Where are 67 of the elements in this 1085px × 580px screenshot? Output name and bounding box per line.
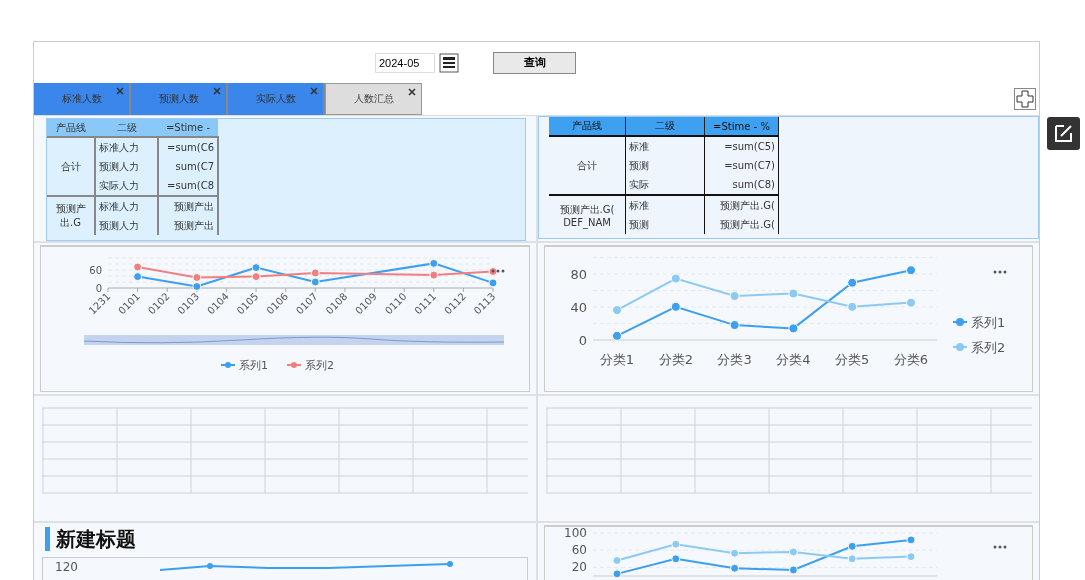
table-cell: 预测人力	[95, 157, 158, 176]
table-cell: 标准	[625, 136, 705, 156]
more-icon	[993, 545, 1007, 549]
axis-tick-label: 分类3	[717, 352, 752, 367]
table-cell: 标准人力	[95, 137, 158, 157]
legend-label: 系列1	[971, 315, 1006, 330]
zoom-slider[interactable]	[83, 335, 505, 345]
legend-label: 系列1	[239, 359, 268, 372]
axis-tick-label: 60	[571, 543, 587, 558]
column-header: 产品线	[47, 119, 95, 137]
calendar-icon[interactable]	[439, 52, 459, 73]
axis-tick-label: 120	[55, 560, 78, 574]
legend-item: 系列2	[952, 340, 1006, 355]
tab[interactable]: 标准人数	[34, 83, 131, 115]
table-cell: 预测	[625, 215, 705, 234]
table-cell: =sum(C5)	[704, 136, 779, 156]
axis-tick-label: 40	[570, 299, 587, 315]
axis-tick-label: 100	[564, 527, 587, 540]
more-icon	[993, 270, 1007, 274]
edit-icon[interactable]	[1047, 117, 1080, 150]
axis-tick-label: 分类4	[776, 352, 811, 367]
table-cell: 预测产出.G(	[704, 215, 779, 234]
table-cell: 实际	[625, 175, 705, 195]
table-cell: 标准人力	[95, 196, 158, 216]
column-header: 二级	[95, 119, 158, 137]
axis-tick-label: 0	[95, 283, 102, 294]
table-cell: =sum(C8	[158, 176, 218, 196]
table-cell: =sum(C7)	[704, 156, 779, 175]
date-field[interactable]: 2024-05	[375, 52, 435, 73]
close-icon[interactable]	[408, 88, 416, 96]
axis-tick-label: 分类2	[658, 352, 693, 367]
axis-tick-label: 分类6	[893, 352, 929, 367]
table-cell: 合计	[549, 136, 626, 195]
axis-tick-label: 0	[578, 333, 587, 348]
table-cell: 实际人力	[95, 176, 158, 196]
axis-tick-label: 60	[89, 265, 102, 276]
tab[interactable]: 实际人数	[228, 83, 325, 115]
column-header: =Stime - %	[704, 117, 779, 136]
axis-tick-label: 分类1	[599, 352, 635, 367]
query-button[interactable]: 查询	[493, 51, 576, 74]
table-cell: sum(C7	[158, 157, 218, 176]
legend-label: 系列2	[305, 359, 334, 372]
table-cell: 预测人力	[95, 216, 158, 235]
table-cell: 预测产出	[158, 216, 218, 235]
table-cell: 预测产 出.G	[47, 196, 95, 235]
table-cell: 预测产出	[158, 196, 218, 216]
table-cell: sum(C8)	[704, 175, 779, 195]
table-cell: 预测产出.G(	[704, 195, 779, 215]
table-cell: =sum(C6	[158, 137, 218, 157]
legend-item: 系列2	[286, 359, 334, 372]
more-icon	[491, 269, 505, 273]
table-cell: 标准	[625, 195, 705, 215]
legend-label: 系列2	[971, 340, 1006, 355]
column-header: =Stime -	[158, 119, 218, 137]
axis-tick-label: 分类5	[835, 352, 870, 367]
section-title: 新建标题	[45, 527, 136, 551]
table-cell: 合计	[47, 137, 95, 196]
table-cell: 预测产出.G( DEF_NAM	[549, 195, 626, 234]
legend-item: 系列1	[220, 359, 268, 372]
axis-tick-label: 80	[570, 266, 587, 282]
tab[interactable]: 人数汇总	[325, 83, 422, 115]
tab[interactable]: 预测人数	[131, 83, 228, 115]
column-header: 产品线	[549, 117, 626, 136]
axis-tick-label: 20	[571, 560, 587, 575]
legend-item: 系列1	[952, 315, 1006, 330]
column-header: 二级	[625, 117, 705, 136]
table-cell: 预测	[625, 156, 705, 175]
